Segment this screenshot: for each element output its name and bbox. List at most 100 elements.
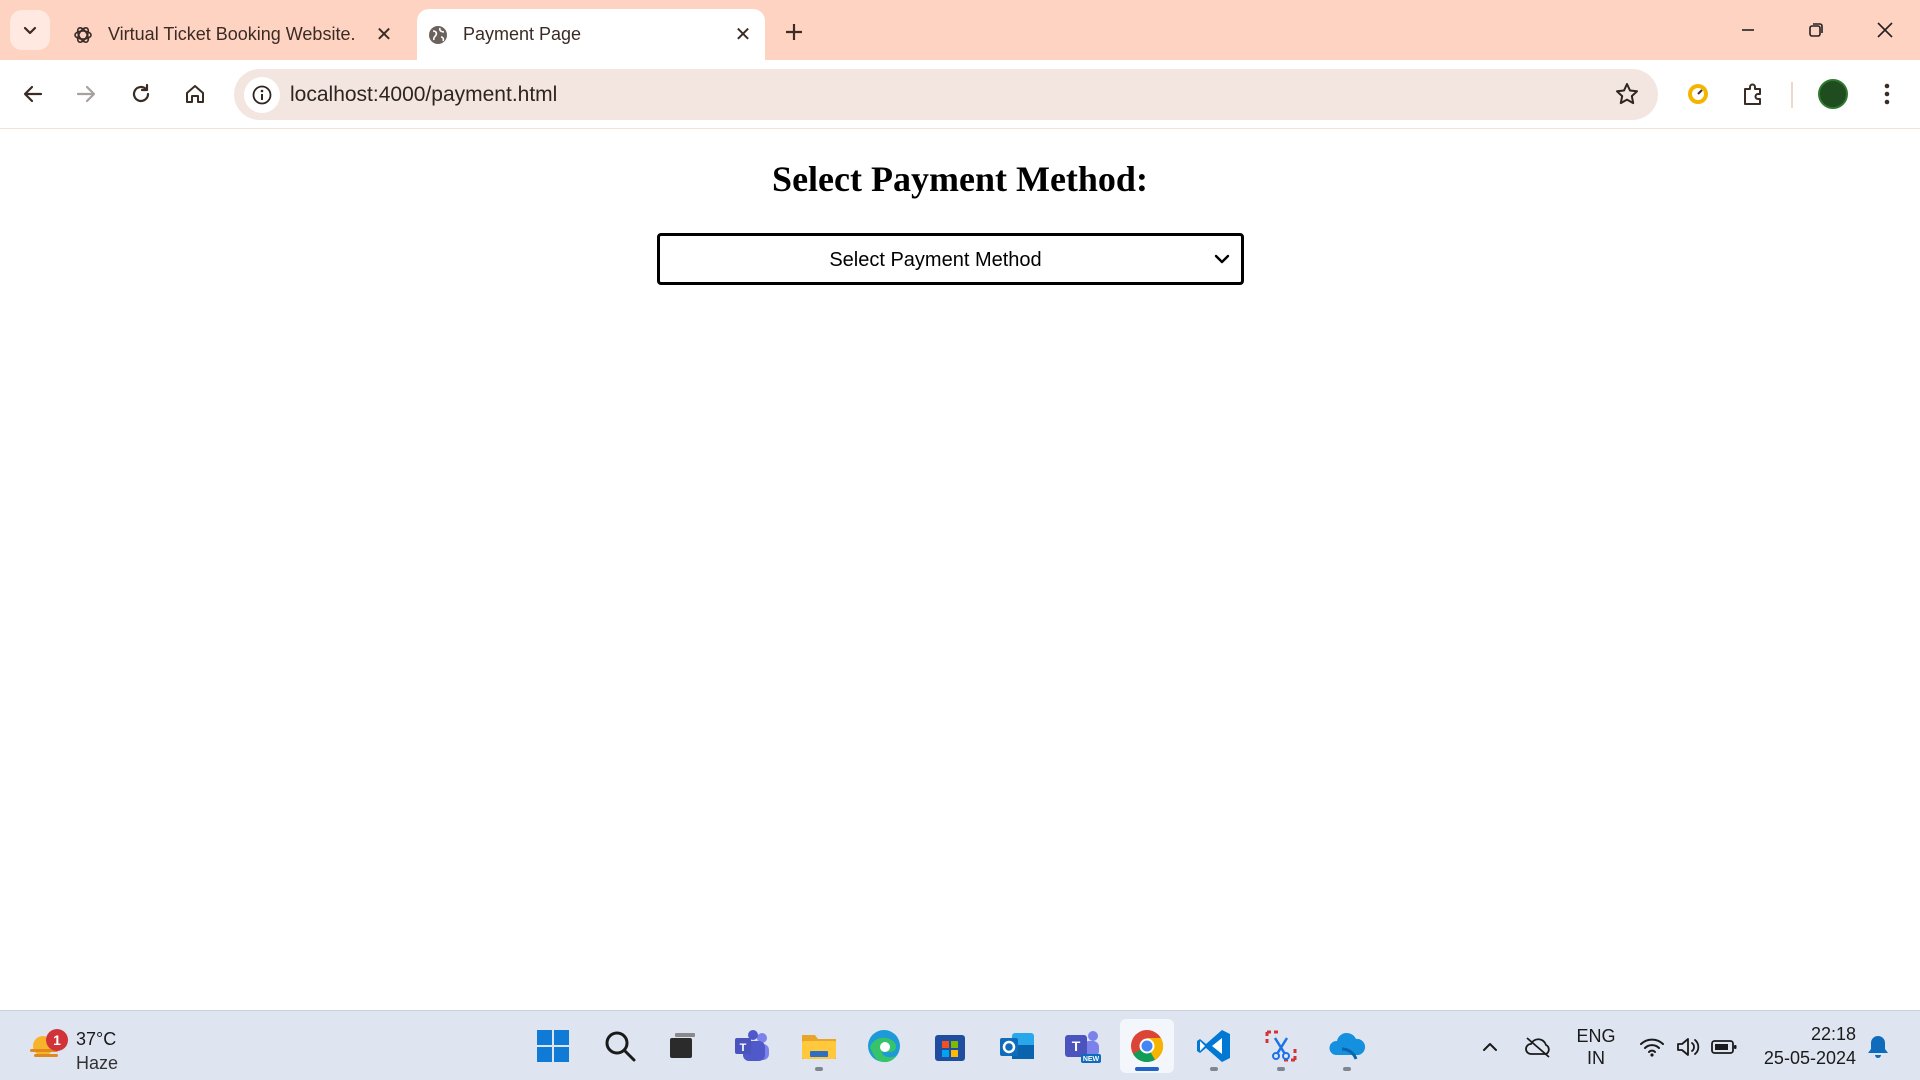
minimize-icon [1742,29,1754,31]
profile-button[interactable] [1812,73,1854,115]
openai-icon [72,24,94,46]
outlook-app[interactable] [990,1019,1044,1073]
clock-date: 25-05-2024 [1763,1048,1856,1068]
teams-new-icon: TNEW [1065,1031,1101,1063]
close-tab-icon[interactable]: ✕ [729,21,757,49]
running-indicator [1210,1067,1218,1071]
language-line-2: IN [1587,1048,1605,1068]
onedrive-tray-button[interactable] [1520,1029,1556,1065]
back-button[interactable] [12,73,54,115]
toolbar-divider [1791,82,1793,108]
bell-icon [1868,1036,1888,1058]
windows-taskbar: 1 37°C Haze T T NEW ENG IN 22:18 25-05-2… [0,1010,1920,1080]
tab-payment-page[interactable]: Payment Page ✕ [417,9,765,60]
snipping-tool-icon [1265,1030,1297,1062]
tab-search-button[interactable] [10,10,50,50]
more-vertical-icon [1884,83,1890,105]
weather-widget[interactable]: 1 37°C Haze [24,1021,134,1073]
site-info-button[interactable] [244,77,280,113]
tab-title: Payment Page [463,24,582,44]
show-hidden-icons-button[interactable] [1472,1029,1508,1065]
address-bar[interactable]: localhost:4000/payment.html [234,69,1658,120]
outlook-icon [1000,1033,1034,1059]
language-line-1: ENG [1576,1026,1616,1046]
running-indicator [1277,1067,1285,1071]
search-button[interactable] [593,1019,647,1073]
system-clock[interactable]: 22:18 25-05-2024 [1756,1022,1856,1070]
teams-app[interactable]: T [725,1019,779,1073]
vscode-app[interactable] [1187,1019,1241,1073]
close-window-button[interactable] [1857,8,1913,52]
reload-button[interactable] [120,73,162,115]
microsoft-store-app[interactable] [923,1019,977,1073]
task-view-button[interactable] [655,1019,709,1073]
minimize-button[interactable] [1720,8,1776,52]
speaker-icon [1677,1038,1700,1056]
tab-title: Virtual Ticket Booking Website. [108,24,356,44]
browser-toolbar: localhost:4000/payment.html [0,60,1920,129]
chevron-up-icon [1483,1043,1497,1051]
puzzle-icon [1744,83,1761,105]
teams-icon: T [735,1030,769,1061]
weather-condition: Haze [76,1053,119,1073]
vscode-icon [1197,1030,1230,1062]
home-button[interactable] [174,73,216,115]
new-tab-button[interactable] [776,14,812,50]
reload-icon [132,83,150,103]
chevron-down-icon [23,26,37,35]
page-title: Select Payment Method: [772,159,1148,199]
clock-time: 22:18 [1810,1024,1856,1044]
battery-tray-button[interactable] [1706,1029,1742,1065]
home-icon [186,85,204,103]
volume-tray-button[interactable] [1670,1029,1706,1065]
onedrive-app[interactable] [1320,1019,1374,1073]
edge-icon [868,1030,900,1063]
extension-button[interactable] [1677,73,1719,115]
task-view-icon [670,1033,695,1058]
svg-text:NEW: NEW [1083,1056,1100,1063]
input-language-indicator[interactable]: ENG IN [1574,1025,1618,1069]
running-indicator [1343,1067,1351,1071]
close-tab-icon[interactable]: ✕ [370,21,398,49]
weather-temperature: 37°C [76,1029,117,1049]
tab-virtual-ticket-booking[interactable]: Virtual Ticket Booking Website. ✕ [62,9,406,60]
extensions-button[interactable] [1732,73,1774,115]
active-indicator [1135,1067,1159,1071]
plus-icon [786,24,802,40]
chevron-down-icon [1213,250,1231,273]
chrome-app[interactable] [1120,1019,1174,1073]
file-explorer-app[interactable] [792,1019,846,1073]
chrome-icon [1131,1030,1164,1063]
snipping-tool-app[interactable] [1254,1019,1308,1073]
edge-app[interactable] [857,1019,911,1073]
restore-button[interactable] [1788,8,1844,52]
url-text[interactable]: localhost:4000/payment.html [290,83,557,107]
wifi-icon [1640,1038,1664,1057]
svg-text:T: T [740,1042,747,1054]
speedometer-icon [1688,84,1708,104]
notification-badge: 1 [46,1029,68,1051]
windows-logo-icon [537,1030,569,1062]
browser-menu-button[interactable] [1866,73,1908,115]
forward-button[interactable] [65,73,107,115]
arrow-right-icon [76,85,96,103]
close-icon [1877,22,1893,38]
browser-tab-bar: Virtual Ticket Booking Website. ✕ Paymen… [0,0,1920,60]
cloud-off-icon [1525,1037,1550,1058]
search-icon [605,1031,636,1062]
teams-new-app[interactable]: T NEW [1056,1019,1110,1073]
arrow-left-icon [23,85,43,103]
wifi-tray-button[interactable] [1634,1029,1670,1065]
notifications-button[interactable] [1860,1029,1896,1065]
info-icon [252,85,272,105]
start-button[interactable] [526,1019,580,1073]
bookmark-star-icon[interactable] [1614,81,1640,112]
payment-method-select[interactable]: Select Payment Method [657,233,1244,285]
payment-method-selected-value: Select Payment Method [829,249,1042,271]
svg-text:T: T [1072,1038,1081,1054]
folder-icon [802,1035,836,1059]
restore-icon [1809,23,1823,37]
battery-icon [1711,1040,1737,1054]
cloud-drive-icon [1329,1032,1366,1060]
store-icon [935,1035,965,1061]
